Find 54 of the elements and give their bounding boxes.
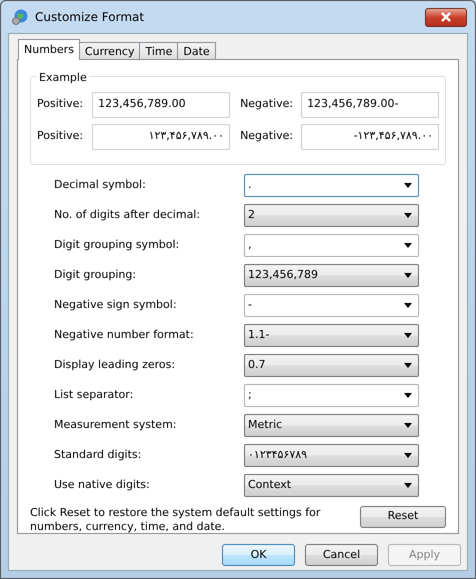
dropdown[interactable]: 123,456,789 [244, 264, 419, 287]
tab[interactable]: Numbers [18, 39, 80, 60]
dropdown[interactable]: ۰۱۲۳۴۵۶۷۸۹ [244, 444, 419, 467]
setting-label: List separator: [54, 387, 134, 404]
setting-label: Standard digits: [54, 447, 142, 464]
dropdown[interactable]: , [244, 234, 419, 257]
tab[interactable]: Time [139, 42, 178, 60]
setting-label: Display leading zeros: [54, 357, 176, 374]
example-field: -۱۲۳,۴۵۶,۷۸۹.۰۰ [301, 124, 440, 150]
close-icon [440, 12, 452, 22]
setting-label: Decimal symbol: [54, 177, 147, 194]
caret-icon [404, 213, 412, 218]
field-label: Negative: [240, 128, 294, 144]
example-field: 123,456,789.00 [92, 92, 230, 118]
reset-button[interactable]: Reset [360, 506, 446, 528]
setting-label: Negative number format: [54, 327, 195, 344]
tab[interactable]: Date [177, 42, 216, 60]
close-button[interactable] [425, 8, 467, 26]
caret-icon [404, 453, 412, 458]
caret-icon [404, 183, 412, 188]
caret-icon [404, 483, 412, 488]
dropdown[interactable]: . [244, 174, 419, 197]
field-label: Positive: [37, 96, 84, 112]
caret-icon [404, 243, 412, 248]
dropdown[interactable]: Context [244, 474, 419, 497]
dialog-button[interactable]: Cancel [305, 544, 378, 566]
setting-label: Digit grouping symbol: [54, 237, 180, 254]
setting-label: Negative sign symbol: [54, 297, 178, 314]
example-field: ۱۲۳,۴۵۶,۷۸۹.۰۰ [92, 124, 230, 150]
caret-icon [404, 273, 412, 278]
caret-icon [404, 393, 412, 398]
dropdown[interactable]: - [244, 294, 419, 317]
dialog-button[interactable]: OK [222, 544, 295, 566]
globe-icon [11, 8, 29, 26]
setting-label: Use native digits: [54, 477, 151, 494]
window-title: Customize Format [35, 9, 144, 26]
group-title: Example [37, 70, 89, 86]
setting-label: Digit grouping: [54, 267, 138, 284]
field-label: Positive: [37, 128, 84, 144]
example-field: 123,456,789.00- [301, 92, 440, 118]
dropdown[interactable]: 2 [244, 204, 419, 227]
caret-icon [404, 333, 412, 338]
dropdown[interactable]: 0.7 [244, 354, 419, 377]
setting-label: No. of digits after decimal: [54, 207, 202, 224]
dropdown[interactable]: Metric [244, 414, 419, 437]
dropdown[interactable]: ; [244, 384, 419, 407]
tab[interactable]: Currency [78, 42, 140, 60]
caret-icon [404, 363, 412, 368]
dropdown[interactable]: 1.1- [244, 324, 419, 347]
reset-note: Click Reset to restore the system default settings for numbers, currency, time, and date. [30, 506, 322, 534]
field-label: Negative: [240, 96, 294, 112]
caret-icon [404, 303, 412, 308]
setting-label: Measurement system: [54, 417, 178, 434]
caret-icon [404, 423, 412, 428]
